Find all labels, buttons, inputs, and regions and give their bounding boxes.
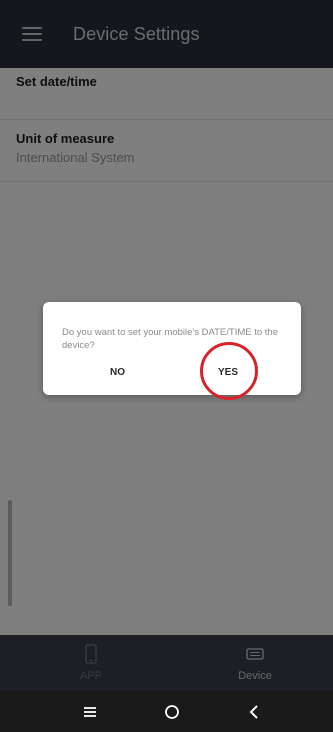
- menu-icon[interactable]: [70, 691, 110, 732]
- set-date-time-dialog: Do you want to set your mobile's DATE/TI…: [43, 302, 301, 400]
- system-navigation-bar: [0, 691, 333, 732]
- back-icon[interactable]: [234, 691, 274, 732]
- yes-button[interactable]: YES: [218, 367, 238, 378]
- device-settings-screen: Device Settings Set date/time Unit of me…: [0, 0, 333, 732]
- no-button[interactable]: NO: [110, 367, 125, 378]
- dialog-message: Do you want to set your mobile's DATE/TI…: [62, 327, 278, 351]
- home-icon[interactable]: [152, 691, 192, 732]
